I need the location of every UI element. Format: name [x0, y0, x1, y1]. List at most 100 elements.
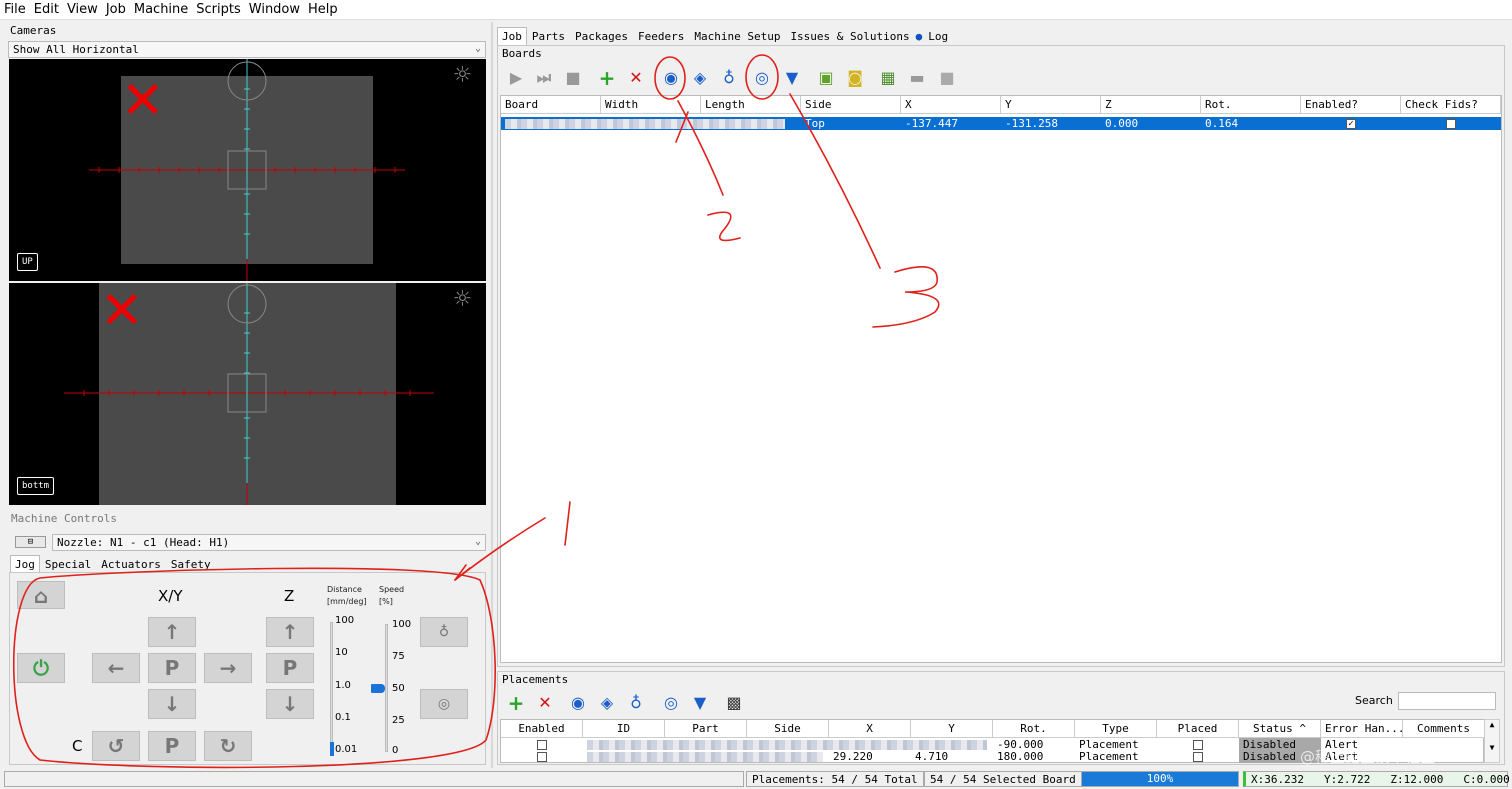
tab-machine-setup[interactable]: Machine Setup — [689, 27, 785, 46]
dro-readout[interactable]: X:36.232 Y:2.722 Z:12.000 C:0.000 — [1243, 771, 1510, 787]
panel-splitter[interactable] — [491, 22, 493, 768]
panel-setup-button[interactable]: ▬ — [906, 67, 928, 89]
table-row[interactable]: Top -137.447 -131.258 0.000 0.164 ✓ — [501, 117, 1501, 130]
jog-z-minus-button[interactable]: ↓ — [266, 689, 314, 719]
column-header[interactable]: Width — [601, 96, 701, 114]
camera-reticle — [89, 59, 405, 281]
column-header[interactable]: Enabled? — [1301, 96, 1401, 114]
add-placement-button[interactable]: + — [505, 692, 527, 714]
jog-c-minus-button[interactable]: ↺ — [92, 731, 140, 761]
panelize-button[interactable]: ▦ — [877, 67, 899, 89]
filter-button[interactable]: ▼ — [781, 67, 803, 89]
column-header[interactable]: Z — [1101, 96, 1201, 114]
distance-slider-handle[interactable] — [330, 742, 334, 756]
camera-position-button[interactable]: ◎ — [420, 689, 468, 719]
jog-y-minus-button[interactable]: ↓ — [148, 689, 196, 719]
column-header[interactable]: X — [901, 96, 1001, 114]
speed-slider-track[interactable] — [385, 624, 388, 752]
menu-window[interactable]: Window — [245, 0, 304, 17]
search-input[interactable] — [1398, 692, 1496, 710]
jog-x-plus-button[interactable]: → — [204, 653, 252, 683]
placed-checkbox[interactable] — [1193, 752, 1203, 762]
remove-placement-button[interactable]: ✕ — [534, 692, 556, 714]
move-nozzle-button[interactable]: ♁ — [718, 67, 740, 89]
move-nozzle-button[interactable]: ♁ — [625, 692, 647, 714]
nozzle-select[interactable]: Nozzle: N1 - c1 (Head: H1) ⌄ — [52, 534, 486, 551]
camera-light-icon[interactable]: ☼ — [454, 61, 471, 89]
menu-view[interactable]: View — [63, 0, 102, 17]
capture-camera-button[interactable]: ◉ — [660, 67, 682, 89]
menu-help[interactable]: Help — [304, 0, 342, 17]
start-job-button[interactable]: ▶ — [505, 67, 527, 89]
jog-y-plus-button[interactable]: ↑ — [148, 617, 196, 647]
park-xy-button[interactable]: P — [148, 653, 196, 683]
column-header[interactable]: Error Han... — [1321, 720, 1403, 738]
step-job-button[interactable]: ⏭ — [533, 67, 555, 89]
placements-scrollbar[interactable]: ▲ ▼ — [1484, 719, 1500, 763]
enabled-checkbox[interactable] — [537, 752, 547, 762]
home-button[interactable]: ⌂ — [17, 581, 65, 609]
edit-placement-button[interactable]: ▩ — [723, 692, 745, 714]
column-header[interactable]: Placed — [1157, 720, 1239, 738]
camera-view-bottom[interactable]: ✕ ☼ bottm — [9, 283, 486, 505]
column-header[interactable]: Board — [501, 96, 601, 114]
menu-edit[interactable]: Edit — [30, 0, 63, 17]
column-header[interactable]: Rot. — [993, 720, 1075, 738]
tab-packages[interactable]: Packages — [570, 27, 633, 46]
column-header[interactable]: Length — [701, 96, 801, 114]
menu-job[interactable]: Job — [102, 0, 130, 17]
jog-c-plus-button[interactable]: ↻ — [204, 731, 252, 761]
tab-job[interactable]: Job — [497, 27, 527, 45]
park-c-button[interactable]: P — [148, 731, 196, 761]
camera-layout-select[interactable]: Show All Horizontal ⌄ — [8, 41, 486, 58]
set-origin-button[interactable]: ▣ — [815, 67, 837, 89]
panel-fiducial-button[interactable]: ■ — [936, 67, 958, 89]
tab-parts[interactable]: Parts — [527, 27, 570, 46]
nozzle-tip-button[interactable]: ♁ — [420, 617, 468, 647]
column-header[interactable]: Side — [801, 96, 901, 114]
enabled-checkbox[interactable] — [537, 740, 547, 750]
menu-file[interactable]: File — [0, 0, 30, 17]
column-header[interactable]: Y — [911, 720, 993, 738]
column-header[interactable]: Rot. — [1201, 96, 1301, 114]
collapse-icon[interactable]: ⊟ — [15, 536, 46, 548]
remove-board-button[interactable]: ✕ — [625, 67, 647, 89]
camera-view-top[interactable]: ✕ ☼ UP — [9, 59, 486, 281]
capture-camera-button[interactable]: ◉ — [567, 692, 589, 714]
distance-slider-track[interactable] — [330, 622, 333, 756]
park-z-button[interactable]: P — [266, 653, 314, 683]
enabled-checkbox[interactable]: ✓ — [1346, 119, 1356, 129]
fiducial-check-button[interactable]: ◎ — [660, 692, 682, 714]
placed-checkbox[interactable] — [1193, 740, 1203, 750]
column-header[interactable]: Check Fids? — [1401, 96, 1501, 114]
rotate-ccw-icon: ↺ — [107, 734, 125, 758]
column-header[interactable]: X — [829, 720, 911, 738]
column-header[interactable]: Type — [1075, 720, 1157, 738]
tab-issues-solutions[interactable]: Issues & Solutions — [785, 27, 914, 46]
column-header[interactable]: Comments — [1403, 720, 1485, 738]
column-header[interactable]: Y — [1001, 96, 1101, 114]
power-button[interactable]: ⏻ — [17, 653, 65, 683]
column-header[interactable]: Side — [747, 720, 829, 738]
stop-job-button[interactable]: ■ — [562, 67, 584, 89]
move-camera-button[interactable]: ◈ — [596, 692, 618, 714]
column-header[interactable]: Status ^ — [1239, 720, 1321, 738]
menu-scripts[interactable]: Scripts — [192, 0, 244, 17]
check-fids-checkbox[interactable] — [1446, 119, 1456, 129]
tab-log[interactable]: Log — [923, 27, 953, 46]
fiducial-check-button[interactable]: ◎ — [751, 67, 773, 89]
tab-feeders[interactable]: Feeders — [633, 27, 689, 46]
tab-jog[interactable]: Jog — [10, 555, 40, 573]
column-header[interactable]: Part — [665, 720, 747, 738]
column-header[interactable]: Enabled — [501, 720, 583, 738]
camera-light-icon[interactable]: ☼ — [454, 285, 471, 313]
add-board-button[interactable]: + — [596, 67, 618, 89]
column-header[interactable]: ID — [583, 720, 665, 738]
speed-slider-handle[interactable] — [371, 684, 385, 693]
filter-button[interactable]: ▼ — [689, 692, 711, 714]
board-locate-button[interactable]: ◙ — [844, 67, 866, 89]
jog-z-plus-button[interactable]: ↑ — [266, 617, 314, 647]
menu-machine[interactable]: Machine — [130, 0, 192, 17]
move-camera-button[interactable]: ◈ — [689, 67, 711, 89]
jog-x-minus-button[interactable]: ← — [92, 653, 140, 683]
